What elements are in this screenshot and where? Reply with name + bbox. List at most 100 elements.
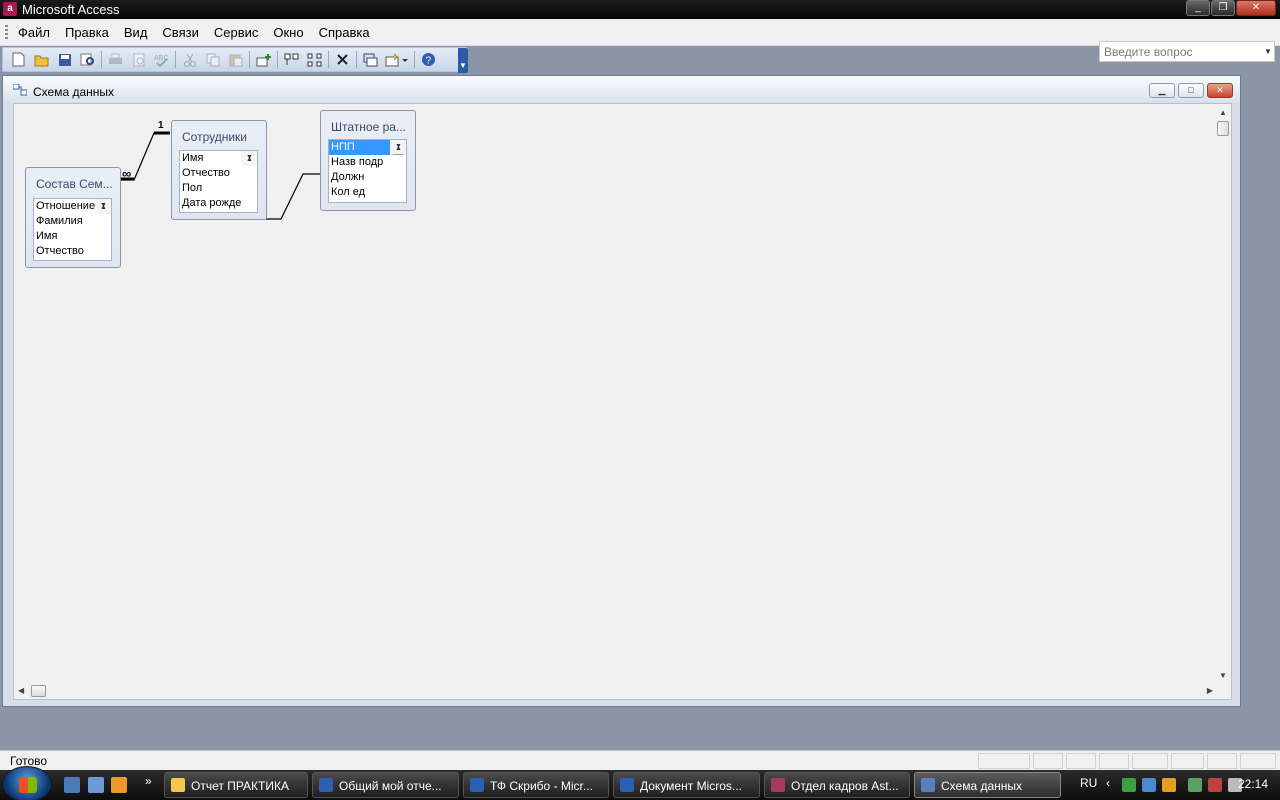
table-employees-title: Сотрудники bbox=[182, 130, 247, 144]
scroll-thumb[interactable] bbox=[31, 685, 46, 697]
show-desktop-icon[interactable] bbox=[64, 777, 80, 793]
menu-window[interactable]: Окно bbox=[273, 25, 303, 40]
menu-relationships[interactable]: Связи bbox=[162, 25, 198, 40]
relationships-canvas[interactable]: 1 ∞ Состав Сем... Отношение Фамилия Имя … bbox=[13, 103, 1232, 700]
print-icon[interactable] bbox=[106, 51, 125, 68]
taskbar-button-label: Схема данных bbox=[941, 779, 1023, 793]
tray-expand-icon[interactable]: ‹ bbox=[1106, 776, 1110, 790]
field-item[interactable]: Фамилия bbox=[34, 214, 111, 229]
field-item[interactable]: Пол bbox=[180, 181, 257, 196]
field-item[interactable]: Назв подр bbox=[329, 155, 406, 170]
menu-file[interactable]: Файл bbox=[18, 25, 50, 40]
scroll-down-icon[interactable]: ▼ bbox=[1219, 671, 1227, 680]
field-item[interactable]: Отчество bbox=[34, 244, 111, 259]
network-icon[interactable] bbox=[1122, 778, 1136, 792]
field-item[interactable]: Отчество bbox=[180, 166, 257, 181]
start-button[interactable] bbox=[2, 766, 52, 800]
scroll-thumb[interactable] bbox=[1217, 121, 1229, 136]
relationships-window-title: Схема данных bbox=[33, 85, 115, 99]
scroll-down-icon[interactable]: ▼ bbox=[100, 199, 107, 213]
table-staff-scrollbar[interactable]: ▲ ▼ bbox=[390, 140, 406, 155]
spelling-icon[interactable]: ABC bbox=[152, 51, 171, 68]
menu-help[interactable]: Справка bbox=[319, 25, 370, 40]
shield-icon[interactable] bbox=[1162, 778, 1176, 792]
tool-icon[interactable] bbox=[1142, 778, 1156, 792]
field-item[interactable]: Кол ед bbox=[329, 185, 406, 200]
canvas-horizontal-scrollbar[interactable]: ◀ ▶ bbox=[14, 683, 1217, 699]
restore-button[interactable]: ❐ bbox=[1211, 0, 1235, 16]
table-family-scrollbar[interactable]: ▲ ▼ bbox=[95, 199, 111, 214]
toolbar-options-icon[interactable]: ▼ bbox=[458, 48, 468, 73]
scroll-up-icon[interactable]: ▲ bbox=[1219, 108, 1227, 117]
new-icon[interactable] bbox=[9, 51, 28, 68]
table-employees-scrollbar[interactable]: ▲ ▼ bbox=[241, 151, 257, 166]
taskbar-button[interactable]: Отдел кадров Ast... bbox=[764, 772, 910, 798]
clock[interactable]: 22:14 bbox=[1238, 777, 1268, 791]
copy-icon[interactable] bbox=[203, 51, 222, 68]
child-close-button[interactable]: ✕ bbox=[1207, 83, 1233, 98]
cut-icon[interactable] bbox=[180, 51, 199, 68]
switch-windows-icon[interactable] bbox=[88, 777, 104, 793]
menu-view[interactable]: Вид bbox=[124, 25, 148, 40]
taskbar-button[interactable]: ТФ Скрибо - Micr... bbox=[463, 772, 609, 798]
show-table-icon[interactable] bbox=[254, 51, 273, 68]
child-minimize-button[interactable]: ▁ bbox=[1149, 83, 1175, 98]
table-family-title: Состав Сем... bbox=[36, 177, 113, 191]
child-maximize-button[interactable]: □ bbox=[1178, 83, 1204, 98]
table-family[interactable]: Состав Сем... Отношение Фамилия Имя Отче… bbox=[25, 167, 121, 268]
relationships-window-title-bar[interactable]: Схема данных ▁ □ ✕ bbox=[3, 76, 1240, 102]
paste-icon[interactable] bbox=[226, 51, 245, 68]
app-title: Microsoft Access bbox=[22, 2, 120, 17]
status-panel bbox=[1240, 753, 1276, 769]
delete-icon[interactable] bbox=[333, 51, 352, 68]
table-employees-fields[interactable]: Имя Отчество Пол Дата рожде ▲ ▼ bbox=[179, 150, 258, 213]
window-controls: _ ❐ ✕ bbox=[1185, 0, 1276, 16]
scroll-right-icon[interactable]: ▶ bbox=[1207, 686, 1213, 695]
menu-edit[interactable]: Правка bbox=[65, 25, 109, 40]
menu-grip[interactable] bbox=[5, 25, 8, 39]
many-side-label: ∞ bbox=[122, 166, 132, 181]
menu-tools[interactable]: Сервис bbox=[214, 25, 259, 40]
search-icon[interactable] bbox=[78, 51, 97, 68]
new-object-icon[interactable] bbox=[361, 51, 380, 68]
taskbar-button-active[interactable]: Схема данных bbox=[914, 772, 1061, 798]
minimize-button[interactable]: _ bbox=[1186, 0, 1210, 16]
help-question-input[interactable]: Введите вопрос ▼ bbox=[1099, 41, 1275, 62]
language-indicator[interactable]: RU bbox=[1080, 776, 1097, 790]
scroll-down-icon[interactable]: ▼ bbox=[395, 140, 402, 154]
status-panel bbox=[1066, 753, 1096, 769]
status-panel bbox=[1033, 753, 1063, 769]
field-item[interactable]: Дата рожде bbox=[180, 196, 257, 211]
table-staff[interactable]: Штатное ра... НПП Назв подр Должн Кол ед… bbox=[320, 110, 416, 211]
table-staff-fields[interactable]: НПП Назв подр Должн Кол ед ▲ ▼ bbox=[328, 139, 407, 203]
close-button[interactable]: ✕ bbox=[1236, 0, 1276, 16]
quicklaunch-more-icon[interactable]: » bbox=[145, 774, 152, 788]
open-icon[interactable] bbox=[32, 51, 51, 68]
taskbar-button[interactable]: Документ Micros... bbox=[613, 772, 760, 798]
table-family-fields[interactable]: Отношение Фамилия Имя Отчество ▲ ▼ bbox=[33, 198, 112, 261]
child-window-controls: ▁ □ ✕ bbox=[1146, 83, 1233, 98]
word-icon bbox=[620, 778, 634, 792]
show-direct-icon[interactable] bbox=[282, 51, 301, 68]
field-item[interactable]: Имя bbox=[34, 229, 111, 244]
help-icon[interactable]: ? bbox=[419, 51, 438, 68]
scroll-thumb[interactable] bbox=[392, 154, 404, 155]
canvas-vertical-scrollbar[interactable]: ▲ ▼ bbox=[1215, 104, 1231, 684]
taskbar-button-label: Общий мой отче... bbox=[339, 779, 442, 793]
network-status-icon[interactable] bbox=[1208, 778, 1222, 792]
print-preview-icon[interactable] bbox=[129, 51, 148, 68]
battery-icon[interactable] bbox=[1188, 778, 1202, 792]
scroll-left-icon[interactable]: ◀ bbox=[18, 686, 24, 695]
taskbar-button[interactable]: Отчет ПРАКТИКА bbox=[164, 772, 308, 798]
media-player-icon[interactable] bbox=[111, 777, 127, 793]
table-employees[interactable]: Сотрудники Имя Отчество Пол Дата рожде ▲… bbox=[171, 120, 267, 220]
save-icon[interactable] bbox=[55, 51, 74, 68]
scroll-down-icon[interactable]: ▼ bbox=[246, 151, 253, 165]
show-all-icon[interactable] bbox=[305, 51, 324, 68]
taskbar-button[interactable]: Общий мой отче... bbox=[312, 772, 459, 798]
relationship-toolbar: ABC ? ▼ bbox=[2, 47, 468, 73]
field-item[interactable]: Должн bbox=[329, 170, 406, 185]
office-links-icon[interactable] bbox=[384, 51, 410, 68]
app-title-bar: a Microsoft Access _ ❐ ✕ bbox=[0, 0, 1280, 19]
chevron-down-icon[interactable]: ▼ bbox=[1262, 42, 1274, 61]
